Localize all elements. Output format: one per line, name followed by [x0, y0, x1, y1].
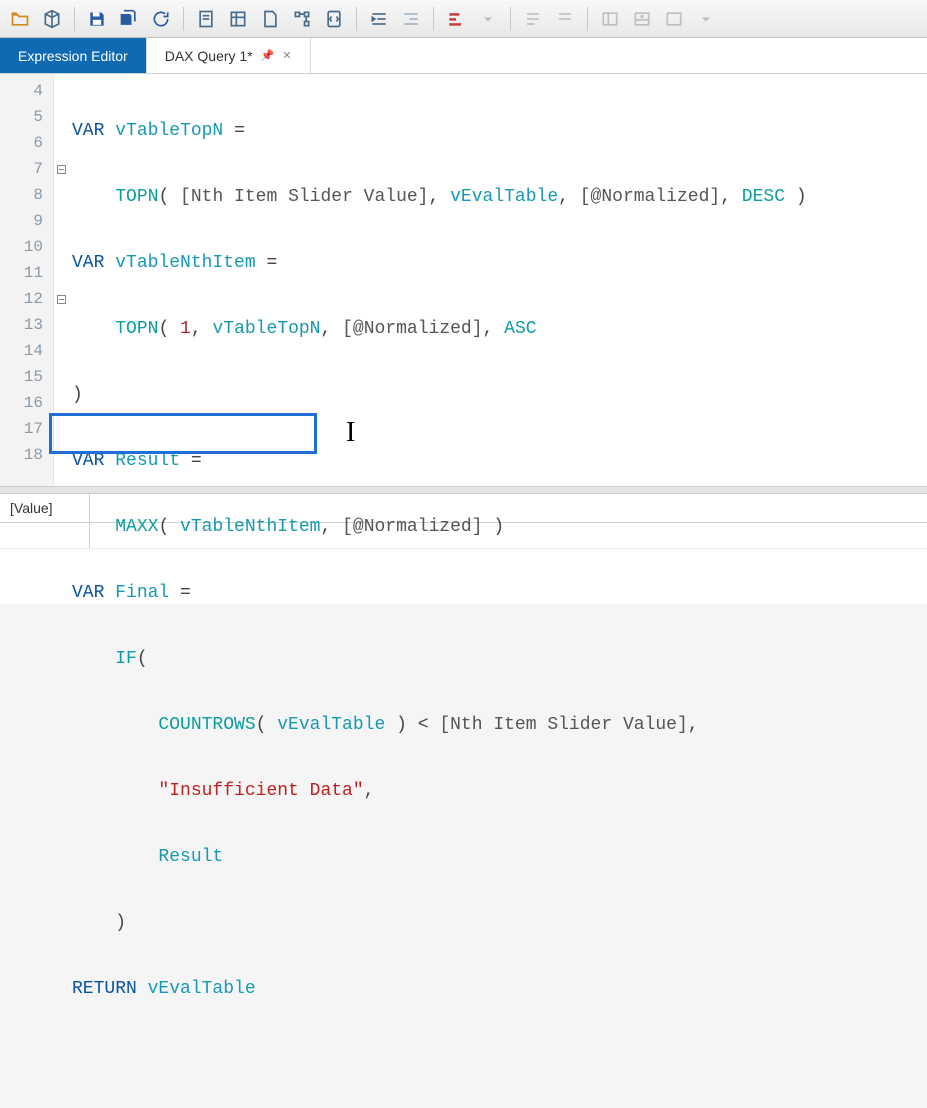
toolbar: [0, 0, 927, 38]
fold-toggle-icon[interactable]: [57, 295, 66, 304]
outdent-icon[interactable]: [397, 5, 425, 33]
tab-expression-editor[interactable]: Expression Editor: [0, 38, 147, 73]
code-editor[interactable]: 4 5 6 7 8 9 10 11 12 13 14 15 16 17 18 V…: [0, 74, 927, 486]
tab-bar: Expression Editor DAX Query 1* 📌 ✕: [0, 38, 927, 74]
comment-icon[interactable]: [519, 5, 547, 33]
line-gutter: 4 5 6 7 8 9 10 11 12 13 14 15 16 17 18: [0, 74, 54, 486]
uncomment-icon[interactable]: [551, 5, 579, 33]
refresh-icon[interactable]: [147, 5, 175, 33]
indent-icon[interactable]: [365, 5, 393, 33]
panel-left-icon[interactable]: [596, 5, 624, 33]
table-icon[interactable]: [224, 5, 252, 33]
tree-icon[interactable]: [288, 5, 316, 33]
tab-dax-query[interactable]: DAX Query 1* 📌 ✕: [147, 38, 311, 73]
more-chevron-icon[interactable]: [692, 5, 720, 33]
panel-icon[interactable]: [660, 5, 688, 33]
tab-label: DAX Query 1*: [165, 48, 253, 64]
save-icon[interactable]: [83, 5, 111, 33]
fold-column: [54, 74, 68, 486]
cube-icon[interactable]: [38, 5, 66, 33]
tab-label: Expression Editor: [18, 48, 128, 64]
pin-icon[interactable]: 📌: [261, 49, 275, 62]
document-icon[interactable]: [192, 5, 220, 33]
code-area[interactable]: VAR vTableTopN = TOPN( [Nth Item Slider …: [68, 74, 927, 486]
close-icon[interactable]: ✕: [282, 49, 291, 62]
save-all-icon[interactable]: [115, 5, 143, 33]
panel-bottom-icon[interactable]: [628, 5, 656, 33]
format-red-icon[interactable]: [442, 5, 470, 33]
dropdown-chevron-icon[interactable]: [474, 5, 502, 33]
script-icon[interactable]: [320, 5, 348, 33]
open-folder-icon[interactable]: [6, 5, 34, 33]
fold-toggle-icon[interactable]: [57, 165, 66, 174]
page-icon[interactable]: [256, 5, 284, 33]
